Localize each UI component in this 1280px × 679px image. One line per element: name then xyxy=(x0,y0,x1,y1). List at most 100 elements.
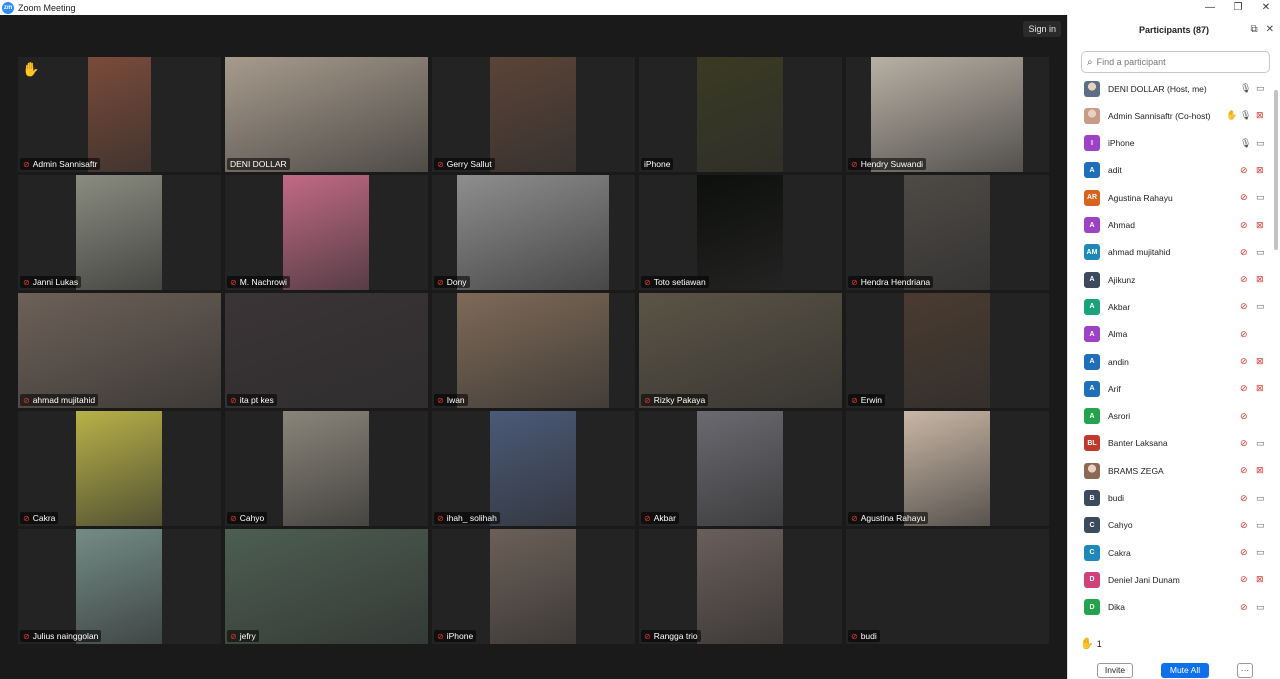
participant-row[interactable]: C Cakra ⊘ ▭ xyxy=(1068,539,1274,566)
participant-row[interactable]: BL Banter Laksana ⊘ ▭ xyxy=(1068,430,1274,457)
participant-name-tag: ⊘ Iwan xyxy=(434,394,468,406)
muted-mic-icon[interactable]: ⊘ xyxy=(1240,274,1248,285)
muted-mic-icon[interactable]: ⊘ xyxy=(1240,493,1248,504)
video-off-icon[interactable]: ⊠ xyxy=(1256,165,1264,176)
video-tile[interactable]: DENI DOLLAR xyxy=(225,57,428,172)
video-camera-icon[interactable]: ▭ xyxy=(1256,247,1265,258)
participant-row[interactable]: D Deniel Jani Dunam ⊘ ⊠ xyxy=(1068,566,1274,593)
video-tile[interactable]: ⊘ jefry xyxy=(225,529,428,644)
participant-row[interactable]: DENI DOLLAR (Host, me) 🎙︎ ▭ xyxy=(1068,75,1274,102)
video-tile[interactable]: ⊘ Rangga trio xyxy=(639,529,842,644)
participant-row[interactable]: Aandin ⊘ ⊠ xyxy=(1068,348,1274,375)
mic-icon[interactable]: 🎙︎ xyxy=(1240,138,1251,149)
muted-mic-icon[interactable]: ⊘ xyxy=(1240,165,1248,176)
muted-mic-icon[interactable]: ⊘ xyxy=(1240,192,1248,203)
muted-mic-icon[interactable]: ⊘ xyxy=(1240,411,1248,422)
video-camera-icon[interactable]: ▭ xyxy=(1256,83,1265,94)
participant-list[interactable]: DENI DOLLAR (Host, me) 🎙︎ ▭ Admin Sannisaft… xyxy=(1068,75,1274,627)
muted-mic-icon[interactable]: ⊘ xyxy=(1240,383,1248,394)
muted-mic-icon[interactable]: ⊘ xyxy=(1240,438,1248,449)
video-tile[interactable]: ⊘ Rizky Pakaya xyxy=(639,293,842,408)
participant-row[interactable]: IiPhone 🎙︎ ▭ xyxy=(1068,130,1274,157)
video-tile[interactable]: ⊘ Iwan xyxy=(432,293,635,408)
participant-list-name: budi xyxy=(1108,493,1125,503)
video-tile[interactable]: ⊘ Julius nainggolan xyxy=(18,529,221,644)
muted-mic-icon[interactable]: ⊘ xyxy=(1240,356,1248,367)
video-off-icon[interactable]: ⊠ xyxy=(1256,383,1264,394)
sign-in-button[interactable]: Sign in xyxy=(1023,21,1061,37)
restore-icon[interactable]: ❐ xyxy=(1224,0,1252,15)
participant-row[interactable]: AR Agustina Rahayu ⊘ ▭ xyxy=(1068,184,1274,211)
mute-all-button[interactable]: Mute All xyxy=(1161,662,1209,678)
video-tile[interactable]: ⊘ Dony xyxy=(432,175,635,290)
video-tile[interactable]: ⊘ Cakra xyxy=(18,411,221,526)
muted-mic-icon[interactable]: ⊘ xyxy=(1240,329,1248,340)
participant-row[interactable]: Aadit ⊘ ⊠ xyxy=(1068,157,1274,184)
video-tile[interactable]: iPhone xyxy=(639,57,842,172)
participant-row[interactable]: Bbudi ⊘ ▭ xyxy=(1068,485,1274,512)
video-tile[interactable]: ⊘ Hendry Suwandi xyxy=(846,57,1049,172)
video-off-icon[interactable]: ⊠ xyxy=(1256,110,1264,121)
minimize-icon[interactable]: — xyxy=(1196,0,1224,15)
close-panel-icon[interactable]: ✕ xyxy=(1266,24,1274,35)
video-tile[interactable]: ✋ ⊘ Admin Sannisaftr xyxy=(18,57,221,172)
participant-list-scrollbar[interactable] xyxy=(1274,90,1278,250)
close-icon[interactable]: ✕ xyxy=(1252,0,1280,15)
video-tile[interactable]: ⊘ ahmad mujitahid xyxy=(18,293,221,408)
video-camera-icon[interactable]: ▭ xyxy=(1256,602,1265,613)
pop-out-icon[interactable]: ⧉ xyxy=(1250,24,1257,35)
muted-mic-icon[interactable]: ⊘ xyxy=(1240,301,1248,312)
participant-row[interactable]: A Ajikunz ⊘ ⊠ xyxy=(1068,266,1274,293)
video-camera-icon[interactable]: ▭ xyxy=(1256,520,1265,531)
video-off-icon[interactable]: ⊠ xyxy=(1256,220,1264,231)
video-off-icon[interactable]: ⊠ xyxy=(1256,274,1264,285)
video-tile[interactable]: ⊘ budi xyxy=(846,529,1049,644)
participant-name-tag: ⊘ Cakra xyxy=(20,512,59,524)
video-tile[interactable]: ⊘ Cahyo xyxy=(225,411,428,526)
participant-row[interactable]: A Asrori ⊘ xyxy=(1068,403,1274,430)
participant-search[interactable]: ⌕ xyxy=(1081,51,1270,73)
participant-row[interactable]: BRAMS ZEGA ⊘ ⊠ xyxy=(1068,457,1274,484)
video-camera-icon[interactable]: ▭ xyxy=(1256,438,1265,449)
participant-row[interactable]: D Dika ⊘ ▭ xyxy=(1068,594,1274,621)
participant-row[interactable]: A Akbar ⊘ ▭ xyxy=(1068,293,1274,320)
video-tile[interactable]: ⊘ Toto setiawan xyxy=(639,175,842,290)
video-tile[interactable]: ⊘ Erwin xyxy=(846,293,1049,408)
muted-mic-icon[interactable]: ⊘ xyxy=(1240,520,1248,531)
video-off-icon[interactable]: ⊠ xyxy=(1256,356,1264,367)
mic-icon[interactable]: 🎙︎ xyxy=(1240,83,1251,94)
muted-mic-icon[interactable]: ⊘ xyxy=(1240,574,1248,585)
participant-name: M. Nachrowi xyxy=(239,277,287,287)
video-off-icon[interactable]: ⊠ xyxy=(1256,574,1264,585)
video-camera-icon[interactable]: ▭ xyxy=(1256,301,1265,312)
muted-mic-icon[interactable]: ⊘ xyxy=(1240,602,1248,613)
video-camera-icon[interactable]: ▭ xyxy=(1256,138,1265,149)
video-camera-icon[interactable]: ▭ xyxy=(1256,192,1265,203)
muted-mic-icon[interactable]: ⊘ xyxy=(1240,247,1248,258)
video-tile[interactable]: ⊘ Hendra Hendriana xyxy=(846,175,1049,290)
video-tile[interactable]: ⊘ Akbar xyxy=(639,411,842,526)
muted-mic-icon[interactable]: ⊘ xyxy=(1240,465,1248,476)
mic-icon[interactable]: 🎙︎ xyxy=(1240,110,1251,121)
invite-button[interactable]: Invite xyxy=(1097,662,1133,678)
search-input[interactable] xyxy=(1096,57,1257,67)
video-camera-icon[interactable]: ▭ xyxy=(1256,547,1265,558)
video-tile[interactable]: ⊘ Gerry Sallut xyxy=(432,57,635,172)
participant-row[interactable]: AM ahmad mujitahid ⊘ ▭ xyxy=(1068,239,1274,266)
video-off-icon[interactable]: ⊠ xyxy=(1256,465,1264,476)
muted-mic-icon[interactable]: ⊘ xyxy=(1240,547,1248,558)
participant-row[interactable]: Admin Sannisaftr (Co-host) ✋ 🎙︎ ⊠ xyxy=(1068,102,1274,129)
video-camera-icon[interactable]: ▭ xyxy=(1256,493,1265,504)
video-tile[interactable]: ⊘ ita pt kes xyxy=(225,293,428,408)
video-tile[interactable]: ⊘ M. Nachrowi xyxy=(225,175,428,290)
participant-row[interactable]: A Arif ⊘ ⊠ xyxy=(1068,375,1274,402)
more-options-button[interactable]: ··· xyxy=(1237,662,1253,678)
participant-row[interactable]: A Ahmad ⊘ ⊠ xyxy=(1068,212,1274,239)
video-tile[interactable]: ⊘ iPhone xyxy=(432,529,635,644)
participant-row[interactable]: C Cahyo ⊘ ▭ xyxy=(1068,512,1274,539)
muted-mic-icon[interactable]: ⊘ xyxy=(1240,220,1248,231)
participant-row[interactable]: A Alma ⊘ xyxy=(1068,321,1274,348)
video-tile[interactable]: ⊘ Agustina Rahayu xyxy=(846,411,1049,526)
video-tile[interactable]: ⊘ Janni Lukas xyxy=(18,175,221,290)
video-tile[interactable]: ⊘ ihah_ solihah xyxy=(432,411,635,526)
